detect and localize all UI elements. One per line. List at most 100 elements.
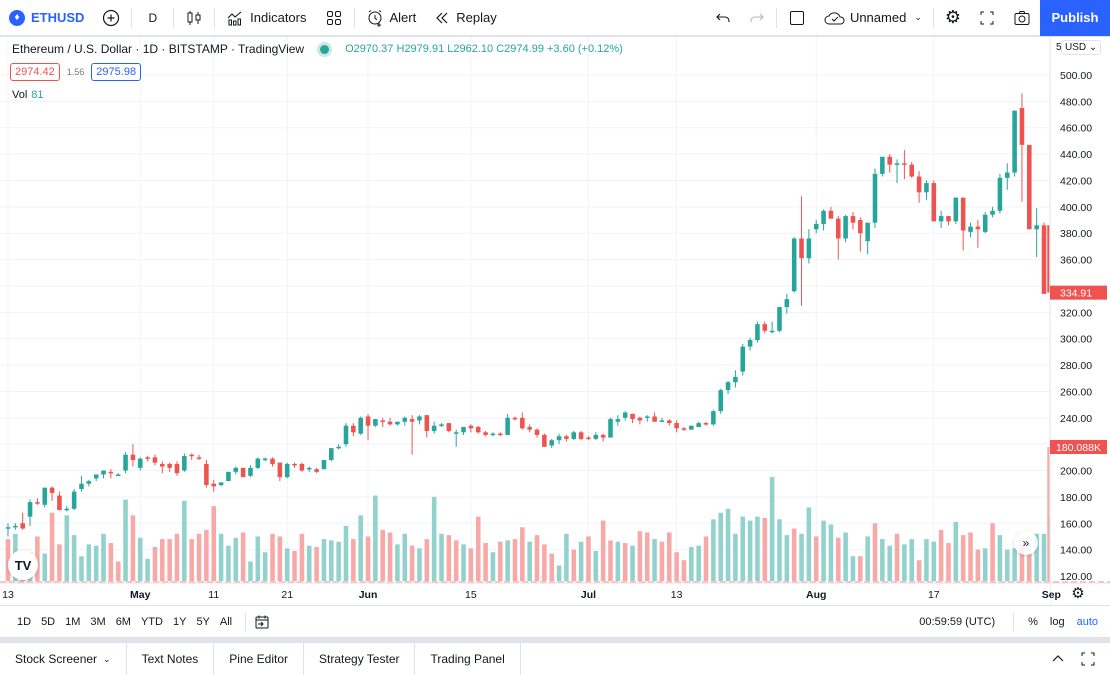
tab-trading-panel[interactable]: Trading Panel — [415, 642, 521, 675]
alert-button[interactable]: Alert — [357, 0, 426, 36]
candle-body — [813, 223, 819, 230]
candle-body — [850, 216, 856, 223]
volume-bar — [189, 539, 194, 582]
fullscreen-button[interactable] — [970, 0, 1004, 36]
candle-body — [93, 474, 99, 479]
volume-bar — [306, 545, 312, 582]
volume-bar — [982, 548, 988, 582]
volume-bar — [277, 536, 283, 582]
candle-body — [652, 416, 657, 422]
range-1d[interactable]: 1D — [12, 616, 36, 628]
candle-body — [571, 432, 577, 439]
candle-body — [674, 423, 679, 429]
candle-body — [622, 412, 628, 418]
volume-bar — [358, 515, 363, 582]
candle-body — [659, 420, 665, 422]
candle-body — [145, 457, 150, 459]
candle-body — [446, 423, 452, 431]
candle-body — [725, 382, 731, 391]
candle-body — [431, 425, 437, 431]
snapshot-button[interactable] — [1004, 0, 1040, 36]
publish-button[interactable]: Publish — [1040, 0, 1110, 36]
toolbar-divider — [214, 7, 216, 28]
time-tick-label: Jul — [581, 589, 596, 601]
volume-label[interactable]: Vol — [12, 89, 27, 101]
go-to-date-button[interactable] — [254, 614, 270, 630]
percent-scale-toggle[interactable]: % — [1022, 616, 1044, 628]
currency-selector[interactable]: USD ⌄ — [1061, 40, 1102, 55]
volume-bar — [123, 499, 128, 582]
tradingview-logo[interactable]: TV — [8, 550, 38, 580]
tab-pine-editor[interactable]: Pine Editor — [214, 642, 304, 675]
candle-body — [233, 467, 239, 472]
maximize-panel-button[interactable] — [1080, 651, 1096, 667]
candle-body — [549, 440, 554, 446]
candle-body — [321, 459, 327, 470]
tab-strategy-tester[interactable]: Strategy Tester — [304, 642, 416, 675]
candle-body — [630, 413, 635, 420]
candle-body — [167, 463, 172, 468]
settings-button[interactable]: ⚙ — [936, 0, 970, 36]
interval-button[interactable]: D — [134, 0, 171, 36]
candle-body — [35, 502, 40, 504]
save-layout-button[interactable]: Unnamed ⌄ — [815, 0, 931, 36]
candle-body — [343, 425, 349, 445]
scroll-to-realtime-button[interactable]: » — [1014, 531, 1038, 555]
currency-label: USD — [1065, 42, 1087, 53]
range-6m[interactable]: 6M — [111, 616, 136, 628]
candle-body — [894, 163, 900, 165]
range-3m[interactable]: 3M — [85, 616, 110, 628]
time-tick-label: Aug — [806, 589, 826, 601]
tab-text-notes[interactable]: Text Notes — [127, 642, 215, 675]
price-chart[interactable]: 120.00140.00160.00180.00200.00240.00260.… — [0, 37, 1110, 605]
price-tick-label: 180.00 — [1060, 492, 1092, 504]
calendar-arrow-icon — [255, 615, 269, 628]
volume-bar — [1041, 533, 1047, 582]
symbol-search-button[interactable]: ♦ ETHUSD — [0, 0, 93, 36]
candle-body — [982, 214, 988, 232]
market-status-icon[interactable] — [320, 44, 330, 54]
indicators-button[interactable]: Indicators — [217, 0, 315, 36]
time-axis[interactable] — [0, 583, 1050, 605]
tab-label: Strategy Tester — [319, 652, 400, 666]
volume-bar — [806, 507, 812, 582]
tab-stock-screener[interactable]: Stock Screener ⌄ — [0, 642, 127, 675]
candle-body — [938, 216, 944, 222]
log-scale-toggle[interactable]: log — [1044, 616, 1071, 628]
range-1m[interactable]: 1M — [60, 616, 85, 628]
select-layout-button[interactable] — [779, 0, 815, 36]
date-range-bar: 1D 5D 1M 3M 6M YTD 1Y 5Y All 00:59:59 (U… — [0, 605, 1110, 637]
range-1y[interactable]: 1Y — [168, 616, 191, 628]
volume-bar — [527, 541, 532, 582]
buy-price-button[interactable]: 2975.98 — [91, 63, 142, 81]
compare-symbol-button[interactable] — [93, 0, 129, 36]
series-title[interactable]: Ethereum / U.S. Dollar · 1D · BITSTAMP ·… — [12, 42, 304, 56]
redo-button[interactable] — [740, 0, 774, 36]
auto-scale-toggle[interactable]: auto — [1071, 616, 1110, 628]
range-all[interactable]: All — [215, 616, 237, 628]
ethereum-logo-icon: ♦ — [9, 9, 25, 26]
toolbar-divider — [775, 7, 777, 28]
replay-button[interactable]: Replay — [425, 0, 505, 36]
chart-type-button[interactable] — [176, 0, 212, 36]
candle-body — [123, 454, 128, 471]
range-5d[interactable]: 5D — [36, 616, 60, 628]
range-divider — [245, 612, 247, 631]
volume-bar — [894, 533, 900, 582]
range-5y[interactable]: 5Y — [191, 616, 214, 628]
range-ytd[interactable]: YTD — [136, 616, 168, 628]
time-tick-label: 17 — [928, 589, 940, 601]
volume-bar — [556, 565, 562, 582]
candle-body — [689, 425, 694, 430]
layout-templates-button[interactable] — [316, 0, 352, 36]
toolbar-divider — [131, 7, 133, 28]
indicators-label: Indicators — [250, 10, 307, 25]
chart-pane[interactable]: 120.00 140.00 160.00 180.00 200.00 240.00 260.… — [0, 37, 1110, 605]
candle-body — [71, 491, 77, 509]
candle-body — [424, 415, 430, 431]
undo-button[interactable] — [706, 0, 740, 36]
utc-clock[interactable]: 00:59:59 (UTC) — [919, 616, 1005, 628]
sell-price-button[interactable]: 2974.42 — [10, 63, 60, 81]
expand-panel-button[interactable] — [1050, 651, 1066, 667]
chart-settings-button[interactable]: ⚙ — [1068, 584, 1088, 604]
